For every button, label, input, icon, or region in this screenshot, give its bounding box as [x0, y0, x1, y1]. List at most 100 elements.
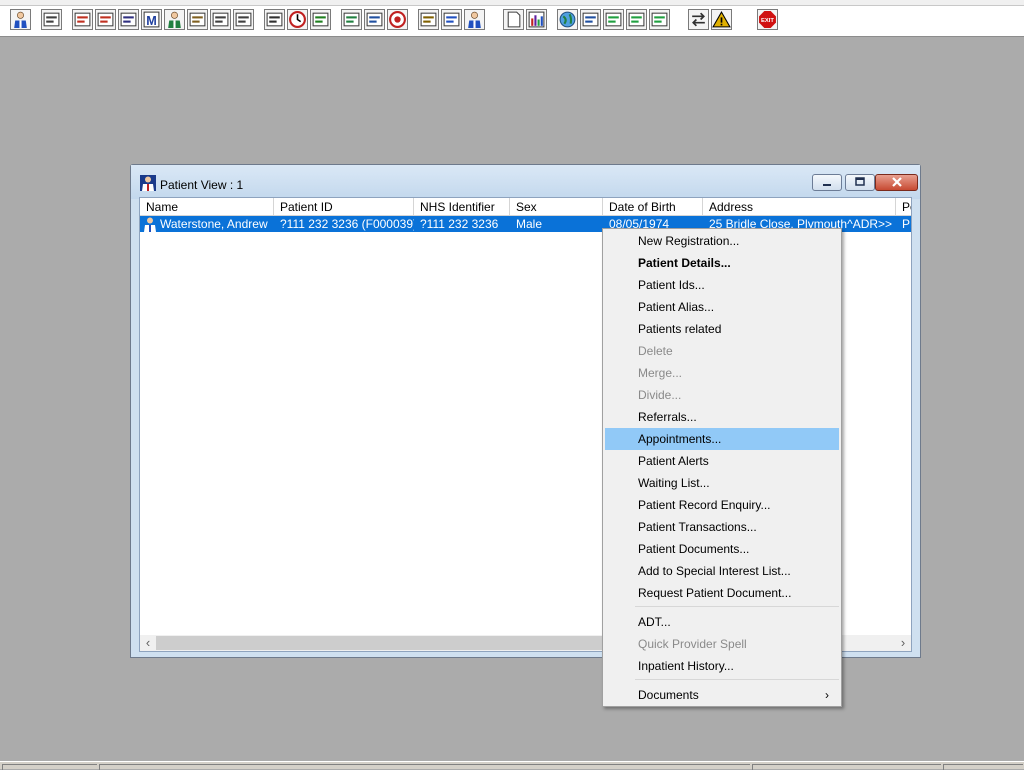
scrollbar-thumb[interactable]: [156, 636, 616, 650]
toolbar-button-list-document[interactable]: [418, 9, 439, 30]
toolbar-button-bar-chart[interactable]: [526, 9, 547, 30]
menu-item-label: ADT...: [638, 615, 671, 629]
toolbar-button-exit[interactable]: EXIT: [757, 9, 778, 30]
target-icon: [389, 11, 406, 28]
scroll-left-icon[interactable]: ‹: [140, 635, 156, 651]
menu-item-merge: Merge...: [605, 362, 839, 384]
message-arrow-icon: [582, 12, 599, 27]
toolbar-button-book[interactable]: [72, 9, 93, 30]
menu-item-add-to-special-interest-list[interactable]: Add to Special Interest List...: [605, 560, 839, 582]
notebook-icon: [97, 12, 114, 27]
bed-transfer-icon: [235, 12, 252, 27]
close-button[interactable]: [875, 174, 918, 191]
menu-item-patient-transactions[interactable]: Patient Transactions...: [605, 516, 839, 538]
menu-item-label: Inpatient History...: [638, 659, 734, 673]
svg-text:EXIT: EXIT: [761, 18, 774, 24]
menu-item-label: Quick Provider Spell: [638, 637, 747, 651]
message-green-icon: [628, 12, 645, 27]
menu-item-patients-related[interactable]: Patients related: [605, 318, 839, 340]
column-header-date-of-birth[interactable]: Date of Birth: [603, 198, 703, 215]
toolbar-button-bed[interactable]: [210, 9, 231, 30]
menu-item-label: Patient Alias...: [638, 300, 715, 314]
toolbar-button-message-arrow[interactable]: [580, 9, 601, 30]
menu-item-label: Patient Ids...: [638, 278, 705, 292]
window-title: Patient View : 1: [160, 178, 244, 192]
toolbar-button-patient-person[interactable]: [10, 9, 31, 30]
maximize-button[interactable]: [845, 174, 875, 191]
menu-separator: [635, 679, 839, 680]
toolbar-button-message-refresh[interactable]: [649, 9, 670, 30]
column-header-postcode[interactable]: Po: [896, 198, 911, 215]
column-header-name[interactable]: Name: [140, 198, 274, 215]
toolbar-button-blank-document[interactable]: [503, 9, 524, 30]
calendar-person-icon: [343, 12, 360, 27]
patient-person-icon: [140, 175, 156, 191]
warning-icon: [712, 11, 731, 28]
toolbar-button-printer[interactable]: [41, 9, 62, 30]
minimize-button[interactable]: [812, 174, 842, 191]
toolbar-button-globe[interactable]: [557, 9, 578, 30]
menu-item-label: Referrals...: [638, 410, 697, 424]
menu-item-patient-record-enquiry[interactable]: Patient Record Enquiry...: [605, 494, 839, 516]
doctor-icon: [168, 11, 181, 28]
person-transfer-icon: [468, 11, 481, 28]
window-titlebar[interactable]: Patient View : 1: [131, 165, 920, 199]
toolbar-button-monitor[interactable]: [310, 9, 331, 30]
patient-context-menu: New Registration... Patient Details... Pat…: [602, 228, 842, 707]
menu-item-label: Appointments...: [638, 432, 722, 446]
menu-item-inpatient-history[interactable]: Inpatient History...: [605, 655, 839, 677]
ambulance-icon: [443, 12, 460, 27]
menu-item-label: Patient Documents...: [638, 542, 750, 556]
menu-item-label: Merge...: [638, 366, 683, 380]
menu-item-label: Patient Details...: [638, 256, 731, 270]
menu-item-quick-provider-spell: Quick Provider Spell: [605, 633, 839, 655]
menu-item-patient-ids[interactable]: Patient Ids...: [605, 274, 839, 296]
toolbar-button-bed-transfer[interactable]: [233, 9, 254, 30]
menu-item-appointments[interactable]: Appointments...: [605, 428, 839, 450]
toolbar-button-message-check[interactable]: [603, 9, 624, 30]
globe-icon: [559, 11, 576, 28]
menu-item-patient-details[interactable]: Patient Details...: [605, 252, 839, 274]
menu-item-delete: Delete: [605, 340, 839, 362]
toolbar-button-swap-arrows[interactable]: [688, 9, 709, 30]
menu-item-new-registration[interactable]: New Registration...: [605, 230, 839, 252]
status-panel-1: [2, 764, 97, 770]
toolbar-button-search-document[interactable]: [264, 9, 285, 30]
calendar-check-icon: [366, 12, 383, 27]
menu-item-documents[interactable]: Documents ›: [605, 684, 839, 706]
menu-strip: [0, 0, 1024, 6]
toolbar-button-ambulance[interactable]: [441, 9, 462, 30]
menu-item-patient-documents[interactable]: Patient Documents...: [605, 538, 839, 560]
column-header-sex[interactable]: Sex: [510, 198, 603, 215]
toolbar-button-warning[interactable]: [711, 9, 732, 30]
toolbar-button-calendar-check[interactable]: [364, 9, 385, 30]
maximize-icon: [855, 177, 865, 186]
toolbar-button-letter-m[interactable]: M: [141, 9, 162, 30]
menu-item-label: New Registration...: [638, 234, 740, 248]
column-header-address[interactable]: Address: [703, 198, 896, 215]
message-check-icon: [605, 12, 622, 27]
toolbar-button-card-list[interactable]: [118, 9, 139, 30]
toolbar-button-clock[interactable]: [287, 9, 308, 30]
menu-item-patient-alias[interactable]: Patient Alias...: [605, 296, 839, 318]
menu-item-request-patient-document[interactable]: Request Patient Document...: [605, 582, 839, 604]
cell-patient-id: ?111 232 3236 (F000039): [280, 217, 414, 231]
toolbar-button-notepad-pen[interactable]: [187, 9, 208, 30]
menu-item-referrals[interactable]: Referrals...: [605, 406, 839, 428]
column-header-nhs-identifier[interactable]: NHS Identifier: [414, 198, 510, 215]
menu-item-label: Patient Transactions...: [638, 520, 757, 534]
toolbar-button-target[interactable]: [387, 9, 408, 30]
menu-item-waiting-list[interactable]: Waiting List...: [605, 472, 839, 494]
column-header-patient-id[interactable]: Patient ID: [274, 198, 414, 215]
scroll-right-icon[interactable]: ›: [895, 635, 911, 651]
menu-item-adt[interactable]: ADT...: [605, 611, 839, 633]
toolbar-button-doctor[interactable]: [164, 9, 185, 30]
menu-item-patient-alerts[interactable]: Patient Alerts: [605, 450, 839, 472]
book-icon: [74, 12, 91, 27]
patient-person-icon: [14, 11, 27, 28]
toolbar-button-message-green[interactable]: [626, 9, 647, 30]
toolbar-button-notebook[interactable]: [95, 9, 116, 30]
toolbar-button-calendar-person[interactable]: [341, 9, 362, 30]
menu-item-label: Add to Special Interest List...: [638, 564, 791, 578]
toolbar-button-person-transfer[interactable]: [464, 9, 485, 30]
